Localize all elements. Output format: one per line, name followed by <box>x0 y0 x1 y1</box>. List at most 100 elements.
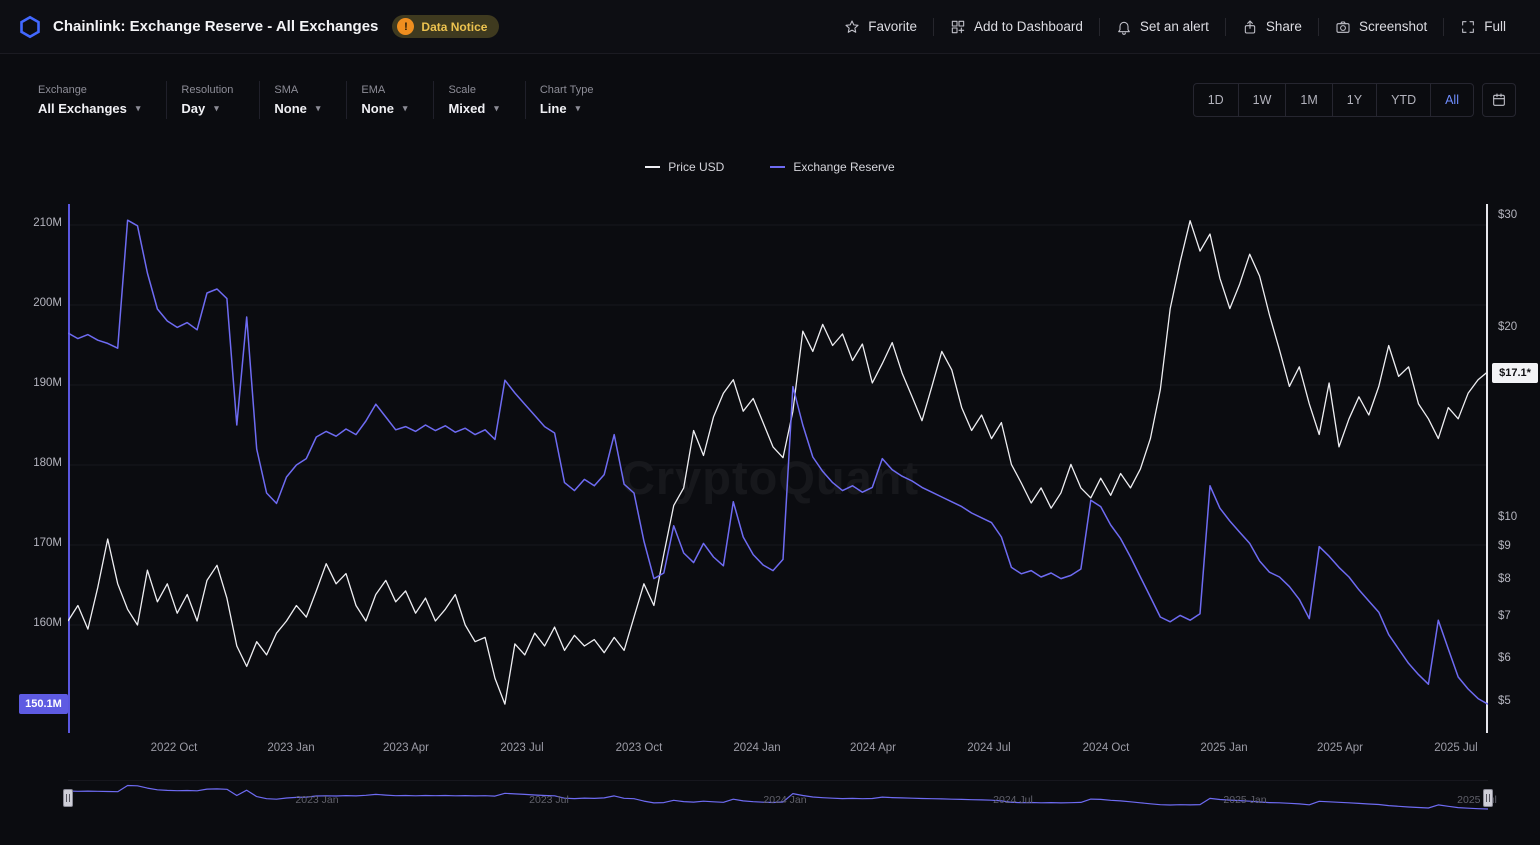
chart-type-label: Chart Type <box>540 84 594 96</box>
range-1m-button[interactable]: 1M <box>1285 84 1331 116</box>
resolution-label: Resolution <box>181 84 233 96</box>
range-1d-button[interactable]: 1D <box>1194 84 1238 116</box>
set-alert-label: Set an alert <box>1140 19 1209 34</box>
right-axis-tick: $8 <box>1498 573 1511 585</box>
favorite-label: Favorite <box>868 19 917 34</box>
x-axis-tick: 2025 Apr <box>1295 742 1385 754</box>
navigator-tick: 2024 Jul <box>973 794 1053 806</box>
right-axis-tick: $20 <box>1498 321 1517 333</box>
x-axis-tick: 2024 Oct <box>1061 742 1151 754</box>
x-axis-tick: 2025 Jul <box>1411 742 1501 754</box>
legend-price-usd[interactable]: Price USD <box>645 160 724 174</box>
exchange-label: Exchange <box>38 84 140 96</box>
x-axis-tick: 2023 Oct <box>594 742 684 754</box>
resolution-value: Day <box>181 101 205 116</box>
page-title: Chainlink: Exchange Reserve - All Exchan… <box>53 18 378 35</box>
price-usd-line <box>68 221 1488 704</box>
left-axis-tick: 160M <box>14 617 62 629</box>
ema-label: EMA <box>361 84 407 96</box>
add-to-dashboard-button[interactable]: Add to Dashboard <box>934 19 1099 35</box>
legend-reserve-label: Exchange Reserve <box>793 160 894 174</box>
exchange-value: All Exchanges <box>38 101 127 116</box>
navigator-left-handle[interactable] <box>63 789 73 807</box>
chevron-down-icon: ▾ <box>494 103 499 114</box>
range-1w-button[interactable]: 1W <box>1238 84 1286 116</box>
sma-label: SMA <box>274 84 320 96</box>
sma-select[interactable]: SMA None ▾ <box>259 81 346 119</box>
header: Chainlink: Exchange Reserve - All Exchan… <box>0 0 1540 54</box>
right-axis-tick: $9 <box>1498 540 1511 552</box>
date-picker-button[interactable] <box>1482 83 1516 117</box>
resolution-select[interactable]: Resolution Day ▾ <box>166 81 259 119</box>
main-chart-plot[interactable] <box>68 200 1488 735</box>
chevron-down-icon: ▾ <box>136 103 141 114</box>
range-ytd-button[interactable]: YTD <box>1376 84 1430 116</box>
range-selector: 1D 1W 1M 1Y YTD All <box>1193 83 1474 117</box>
star-icon <box>844 19 860 35</box>
chevron-down-icon: ▾ <box>576 103 581 114</box>
navigator-tick: 2023 Jul <box>509 794 589 806</box>
range-1y-button[interactable]: 1Y <box>1332 84 1376 116</box>
right-axis-tick: $10 <box>1498 511 1517 523</box>
fullscreen-icon <box>1460 19 1476 35</box>
data-notice-badge[interactable]: ! Data Notice <box>392 15 499 38</box>
scale-label: Scale <box>448 84 498 96</box>
screenshot-label: Screenshot <box>1359 19 1427 34</box>
data-notice-label: Data Notice <box>421 20 487 34</box>
exchange-select[interactable]: Exchange All Exchanges ▾ <box>28 81 166 119</box>
navigator-tick: 2023 Jan <box>277 794 357 806</box>
left-axis-tick: 210M <box>14 217 62 229</box>
navigator-tick: 2025 Jul <box>1437 794 1517 806</box>
exchange-reserve-line <box>68 220 1488 704</box>
left-axis-tick: 200M <box>14 297 62 309</box>
x-axis-tick: 2022 Oct <box>129 742 219 754</box>
reserve-line-swatch <box>770 166 785 168</box>
fullscreen-button[interactable]: Full <box>1444 19 1522 35</box>
ema-value: None <box>361 101 394 116</box>
warning-icon: ! <box>397 18 414 35</box>
left-axis-tick: 180M <box>14 457 62 469</box>
camera-icon <box>1335 19 1351 35</box>
chart-type-value: Line <box>540 101 567 116</box>
dashboard-add-icon <box>950 19 966 35</box>
bell-icon <box>1116 19 1132 35</box>
right-axis-tick: $30 <box>1498 209 1517 221</box>
chart-type-select[interactable]: Chart Type Line ▾ <box>525 81 620 119</box>
scale-select[interactable]: Scale Mixed ▾ <box>433 81 524 119</box>
x-axis-tick: 2024 Apr <box>828 742 918 754</box>
x-axis-tick: 2023 Jan <box>246 742 336 754</box>
price-current-value-badge: $17.1* <box>1492 363 1538 383</box>
chevron-down-icon: ▾ <box>403 103 408 114</box>
x-axis-tick: 2024 Jul <box>944 742 1034 754</box>
chainlink-logo-icon <box>18 15 42 39</box>
add-to-dashboard-label: Add to Dashboard <box>974 19 1083 34</box>
price-line-swatch <box>645 166 660 168</box>
x-axis-tick: 2025 Jan <box>1179 742 1269 754</box>
x-axis-tick: 2023 Apr <box>361 742 451 754</box>
ema-select[interactable]: EMA None ▾ <box>346 81 433 119</box>
right-axis-tick: $6 <box>1498 652 1511 664</box>
x-axis-tick: 2023 Jul <box>477 742 567 754</box>
scale-value: Mixed <box>448 101 485 116</box>
left-axis-tick: 190M <box>14 377 62 389</box>
share-button[interactable]: Share <box>1226 19 1318 35</box>
navigator-right-handle[interactable] <box>1483 789 1493 807</box>
chevron-down-icon: ▾ <box>316 103 321 114</box>
set-alert-button[interactable]: Set an alert <box>1100 19 1225 35</box>
favorite-button[interactable]: Favorite <box>828 19 933 35</box>
right-axis-tick: $7 <box>1498 610 1511 622</box>
fullscreen-label: Full <box>1484 19 1506 34</box>
chevron-down-icon: ▾ <box>214 103 219 114</box>
reserve-current-value-badge: 150.1M <box>19 694 68 714</box>
navigator-tick: 2024 Jan <box>745 794 825 806</box>
share-icon <box>1242 19 1258 35</box>
screenshot-button[interactable]: Screenshot <box>1319 19 1443 35</box>
range-all-button[interactable]: All <box>1430 84 1473 116</box>
chart-legend: Price USD Exchange Reserve <box>0 160 1540 174</box>
sma-value: None <box>274 101 307 116</box>
x-axis-tick: 2024 Jan <box>712 742 802 754</box>
legend-exchange-reserve[interactable]: Exchange Reserve <box>770 160 894 174</box>
chart-navigator[interactable]: 2023 Jan 2023 Jul 2024 Jan 2024 Jul 2025… <box>68 780 1488 814</box>
toolbar-controls: Exchange All Exchanges▾ Resolution Day▾ … <box>28 81 619 119</box>
header-actions: Favorite Add to Dashboard Set an alert S… <box>828 18 1522 36</box>
